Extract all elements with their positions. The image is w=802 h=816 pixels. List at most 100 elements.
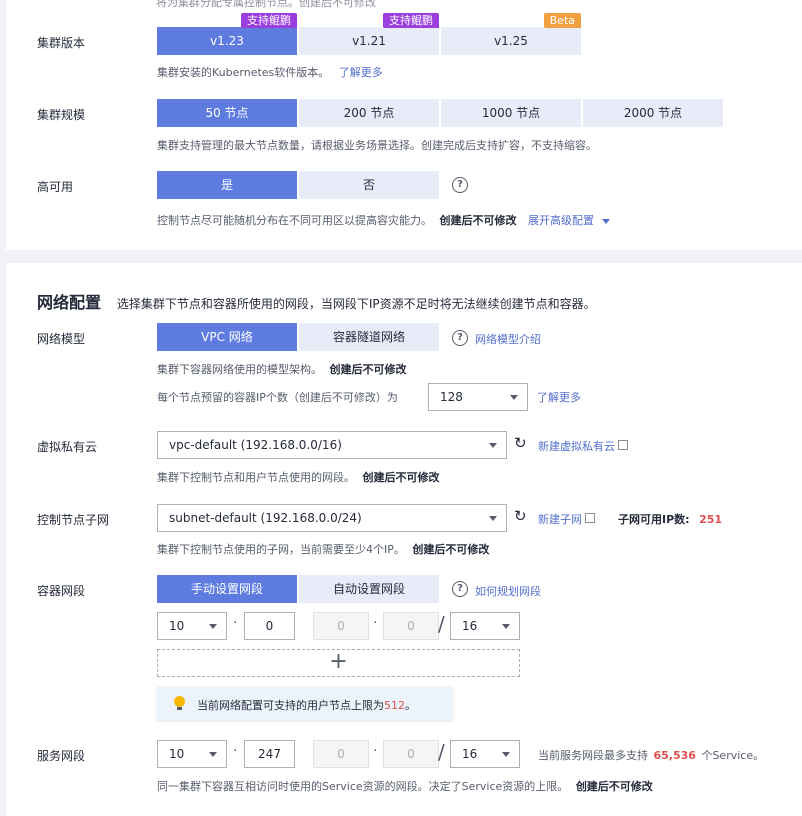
- tip-value: 512: [384, 699, 405, 712]
- model-option-tunnel[interactable]: 容器隧道网络: [299, 323, 439, 351]
- caret-down-icon: [209, 624, 217, 629]
- caret-down-icon: [489, 516, 497, 521]
- service-octet2-input[interactable]: 247: [244, 740, 295, 768]
- add-cidr-button[interactable]: +: [157, 649, 520, 677]
- dot-separator: ·: [233, 615, 238, 631]
- learn-more-link[interactable]: 了解更多: [339, 66, 383, 79]
- version-option-label: v1.21: [352, 34, 386, 48]
- select-value: 16: [462, 747, 478, 761]
- version-option-v1-21[interactable]: v1.21 支持鲲鹏: [299, 13, 439, 55]
- service-cidr-label: 服务网段: [37, 749, 86, 763]
- service-octet4-input: 0: [383, 740, 439, 768]
- partial-help-text: 将为集群分配专属控制节点。创建后不可修改: [156, 0, 376, 9]
- model-option-vpc[interactable]: VPC 网络: [157, 323, 297, 351]
- external-link-icon: [618, 440, 628, 450]
- service-mask-select[interactable]: 16: [450, 740, 520, 768]
- ha-option-yes[interactable]: 是: [157, 171, 297, 199]
- pod-ip-text: 每个节点预留的容器IP个数（创建后不可修改）为: [157, 391, 398, 404]
- vpc-label: 虚拟私有云: [37, 440, 98, 454]
- version-option-label: v1.25: [494, 34, 528, 48]
- version-option-v1-23[interactable]: v1.23 支持鲲鹏: [157, 13, 297, 55]
- not-modifiable-text: 创建后不可修改: [412, 543, 490, 556]
- caret-down-icon: [510, 395, 518, 400]
- version-option-v1-25[interactable]: v1.25 Beta: [441, 13, 581, 55]
- container-octet4-input: 0: [383, 612, 439, 640]
- section-subtitle: 选择集群下节点和容器所使用的网段，当网段下IP资源不足时将无法继续创建节点和容器…: [116, 297, 596, 311]
- lightbulb-icon: [174, 696, 185, 707]
- service-max-value: 65,536: [653, 749, 696, 762]
- subnet-label: 控制节点子网: [37, 513, 110, 527]
- scale-option-200[interactable]: 200 节点: [299, 99, 439, 127]
- refresh-icon[interactable]: ↻: [514, 507, 527, 525]
- not-modifiable-text: 创建后不可修改: [439, 214, 517, 227]
- expand-advanced-link[interactable]: 展开高级配置: [528, 214, 610, 227]
- service-octet1-select[interactable]: 10: [157, 740, 227, 768]
- scale-option-2000[interactable]: 2000 节点: [583, 99, 723, 127]
- service-max-text: 当前服务网段最多支持 65,536 个Service。: [538, 749, 765, 762]
- scale-option-50[interactable]: 50 节点: [157, 99, 297, 127]
- section-title: 网络配置: [37, 293, 102, 312]
- cidr-planning-link[interactable]: 如何规划网段: [475, 583, 541, 599]
- caret-down-icon: [502, 752, 510, 757]
- slash-separator: /: [438, 612, 445, 636]
- kunpeng-badge: 支持鲲鹏: [383, 13, 439, 28]
- caret-down-icon: [502, 624, 510, 629]
- help-question-icon[interactable]: ?: [452, 330, 468, 346]
- scale-option-1000[interactable]: 1000 节点: [441, 99, 581, 127]
- cidr-option-manual[interactable]: 手动设置网段: [157, 575, 297, 603]
- subnet-select[interactable]: subnet-default (192.168.0.0/24): [157, 504, 507, 532]
- create-subnet-link[interactable]: 新建子网: [538, 511, 595, 527]
- tip-text: 当前网络配置可支持的用户节点上限为512。: [197, 699, 416, 712]
- available-ip-value: 251: [699, 513, 723, 526]
- caret-down-icon: [209, 752, 217, 757]
- caret-down-icon: [489, 443, 497, 448]
- service-cidr-help: 同一集群下容器互相访问时使用的Service资源的网段。决定了Service资源…: [157, 780, 653, 793]
- available-ip-label: 子网可用IP数:: [618, 513, 690, 526]
- not-modifiable-text: 创建后不可修改: [329, 363, 407, 376]
- select-value: 10: [169, 747, 185, 761]
- vpc-select[interactable]: vpc-default (192.168.0.0/16): [157, 431, 507, 459]
- service-octet3-input: 0: [313, 740, 369, 768]
- help-question-icon[interactable]: ?: [452, 581, 468, 597]
- ha-option-no[interactable]: 否: [299, 171, 439, 199]
- pod-ip-select[interactable]: 128: [428, 383, 528, 411]
- select-value: 16: [462, 619, 478, 633]
- cluster-spec-card: 将为集群分配专属控制节点。创建后不可修改 集群版本 v1.23 支持鲲鹏 v1.…: [6, 0, 802, 250]
- external-link-icon: [585, 513, 595, 523]
- cluster-scale-help: 集群支持管理的最大节点数量，请根据业务场景选择。创建完成后支持扩容，不支持缩容。: [157, 139, 597, 152]
- cluster-scale-label: 集群规模: [37, 108, 86, 122]
- high-availability-help: 控制节点尽可能随机分布在不同可用区以提高容灾能力。 创建后不可修改 展开高级配置: [157, 212, 610, 228]
- not-modifiable-text: 创建后不可修改: [575, 780, 653, 793]
- dot-separator: ·: [233, 743, 238, 759]
- plus-icon: +: [329, 649, 348, 674]
- not-modifiable-text: 创建后不可修改: [362, 471, 440, 484]
- slash-separator: /: [438, 740, 445, 764]
- select-value: 128: [440, 390, 463, 404]
- beta-badge: Beta: [543, 13, 581, 28]
- network-model-intro-link[interactable]: 网络模型介绍: [475, 331, 541, 347]
- help-question-icon[interactable]: ?: [452, 177, 468, 193]
- pod-ip-learn-more-link[interactable]: 了解更多: [537, 389, 581, 405]
- cluster-version-help: 集群安装的Kubernetes软件版本。 了解更多: [157, 66, 383, 79]
- network-model-label: 网络模型: [37, 332, 86, 346]
- lightbulb-base: [177, 707, 182, 710]
- select-value: vpc-default (192.168.0.0/16): [169, 438, 342, 452]
- kunpeng-badge: 支持鲲鹏: [241, 13, 297, 28]
- subnet-help: 集群下控制节点使用的子网，当前需要至少4个IP。 创建后不可修改: [157, 543, 490, 556]
- cluster-version-label: 集群版本: [37, 36, 86, 50]
- cidr-option-auto[interactable]: 自动设置网段: [299, 575, 439, 603]
- container-mask-select[interactable]: 16: [450, 612, 520, 640]
- dot-separator: ·: [373, 615, 378, 631]
- network-config-card: 网络配置 选择集群下节点和容器所使用的网段，当网段下IP资源不足时将无法继续创建…: [6, 263, 802, 816]
- create-vpc-link[interactable]: 新建虚拟私有云: [538, 438, 628, 454]
- select-value: subnet-default (192.168.0.0/24): [169, 511, 362, 525]
- caret-down-icon: [601, 218, 610, 224]
- high-availability-label: 高可用: [37, 180, 74, 194]
- container-cidr-label: 容器网段: [37, 584, 86, 598]
- select-value: 10: [169, 619, 185, 633]
- container-octet1-select[interactable]: 10: [157, 612, 227, 640]
- refresh-icon[interactable]: ↻: [514, 434, 527, 452]
- container-octet3-input: 0: [313, 612, 369, 640]
- network-model-help: 集群下容器网络使用的模型架构。 创建后不可修改: [157, 363, 407, 376]
- container-octet2-input[interactable]: 0: [244, 612, 295, 640]
